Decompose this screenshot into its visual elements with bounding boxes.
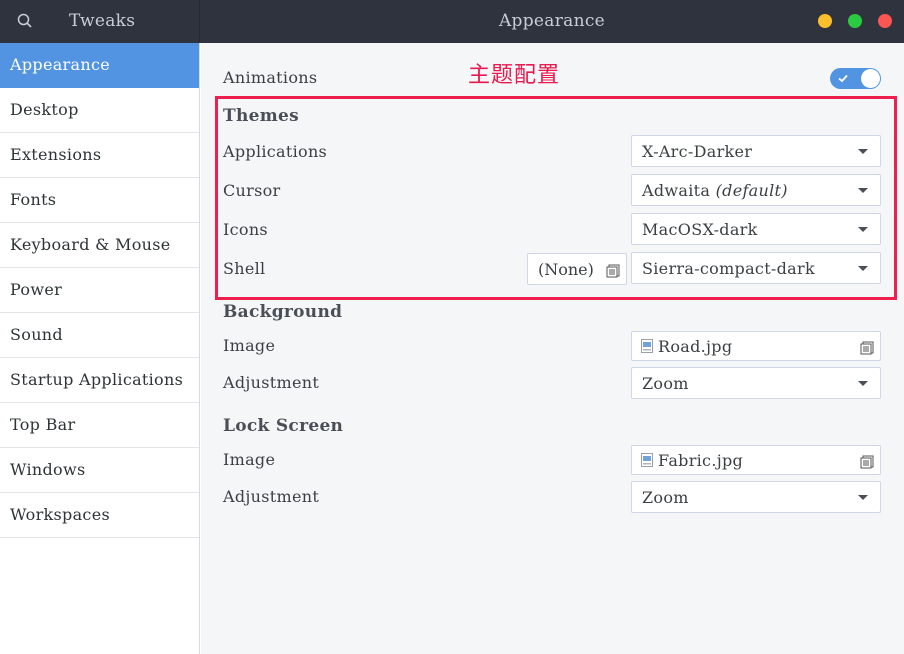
sidebar-header: Tweaks (0, 0, 200, 43)
check-icon (838, 74, 848, 83)
header-bar: Tweaks Appearance (0, 0, 904, 43)
lock-screen-image-button[interactable]: Fabric.jpg (631, 445, 881, 475)
applications-label: Applications (223, 142, 328, 161)
background-image-button[interactable]: Road.jpg (631, 331, 881, 361)
icons-theme-select[interactable]: MacOSX-dark (631, 213, 881, 245)
app-title: Tweaks (69, 11, 136, 31)
minimize-button[interactable] (818, 14, 832, 28)
chevron-down-icon (858, 188, 868, 193)
sidebar-item-workspaces[interactable]: Workspaces (0, 493, 199, 538)
applications-theme-select[interactable]: X-Arc-Darker (631, 135, 881, 167)
animations-toggle[interactable] (830, 68, 881, 89)
window-title: Appearance (498, 11, 606, 31)
search-icon[interactable] (16, 12, 34, 30)
lock-screen-adjustment-label: Adjustment (223, 487, 320, 506)
chevron-down-icon (858, 227, 868, 232)
background-adjustment-select[interactable]: Zoom (631, 367, 881, 399)
sidebar-item-appearance[interactable]: Appearance (0, 43, 199, 88)
sidebar: Appearance Desktop Extensions Fonts Keyb… (0, 43, 200, 654)
shell-label: Shell (223, 259, 266, 278)
background-adjustment-value: Zoom (642, 374, 689, 393)
lock-screen-adjustment-value: Zoom (642, 488, 689, 507)
icons-label: Icons (223, 220, 268, 239)
cursor-theme-default-note: (default) (715, 181, 788, 200)
maximize-button[interactable] (848, 14, 862, 28)
background-adjustment-label: Adjustment (223, 373, 320, 392)
cursor-theme-name: Adwaita (642, 181, 711, 200)
sidebar-item-keyboard-mouse[interactable]: Keyboard & Mouse (0, 223, 199, 268)
sidebar-item-top-bar[interactable]: Top Bar (0, 403, 199, 448)
animations-label: Animations (223, 68, 318, 87)
background-image-value: Road.jpg (658, 337, 733, 356)
themes-heading: Themes (223, 106, 300, 126)
sidebar-item-desktop[interactable]: Desktop (0, 88, 199, 133)
sidebar-item-power[interactable]: Power (0, 268, 199, 313)
lock-screen-image-value: Fabric.jpg (658, 451, 744, 470)
cursor-label: Cursor (223, 181, 281, 200)
document-icon (860, 455, 874, 469)
cursor-theme-select[interactable]: Adwaita (default) (631, 174, 881, 206)
shell-theme-value: Sierra-compact-dark (642, 259, 815, 278)
lock-screen-adjustment-select[interactable]: Zoom (631, 481, 881, 513)
toggle-knob (861, 69, 880, 88)
lock-screen-heading: Lock Screen (223, 416, 344, 436)
shell-file-value: (None) (538, 260, 594, 279)
chevron-down-icon (858, 266, 868, 271)
document-icon (606, 264, 620, 278)
main-panel: Animations 主题配置 Themes Applications X-Ar… (201, 43, 904, 654)
sidebar-item-fonts[interactable]: Fonts (0, 178, 199, 223)
cursor-theme-value: Adwaita (default) (642, 181, 788, 200)
chevron-down-icon (858, 381, 868, 386)
background-image-label: Image (223, 336, 276, 355)
sidebar-item-sound[interactable]: Sound (0, 313, 199, 358)
close-button[interactable] (878, 14, 892, 28)
applications-theme-value: X-Arc-Darker (642, 142, 753, 161)
sidebar-item-windows[interactable]: Windows (0, 448, 199, 493)
icons-theme-value: MacOSX-dark (642, 220, 758, 239)
lock-screen-image-label: Image (223, 450, 276, 469)
shell-theme-select[interactable]: Sierra-compact-dark (631, 252, 881, 284)
sidebar-item-startup-applications[interactable]: Startup Applications (0, 358, 199, 403)
document-icon (860, 341, 874, 355)
shell-theme-file-button[interactable]: (None) (527, 253, 627, 285)
chevron-down-icon (858, 495, 868, 500)
image-file-icon (641, 453, 653, 467)
background-heading: Background (223, 302, 343, 322)
annotation-text: 主题配置 (468, 63, 561, 88)
chevron-down-icon (858, 149, 868, 154)
sidebar-item-extensions[interactable]: Extensions (0, 133, 199, 178)
image-file-icon (641, 339, 653, 353)
